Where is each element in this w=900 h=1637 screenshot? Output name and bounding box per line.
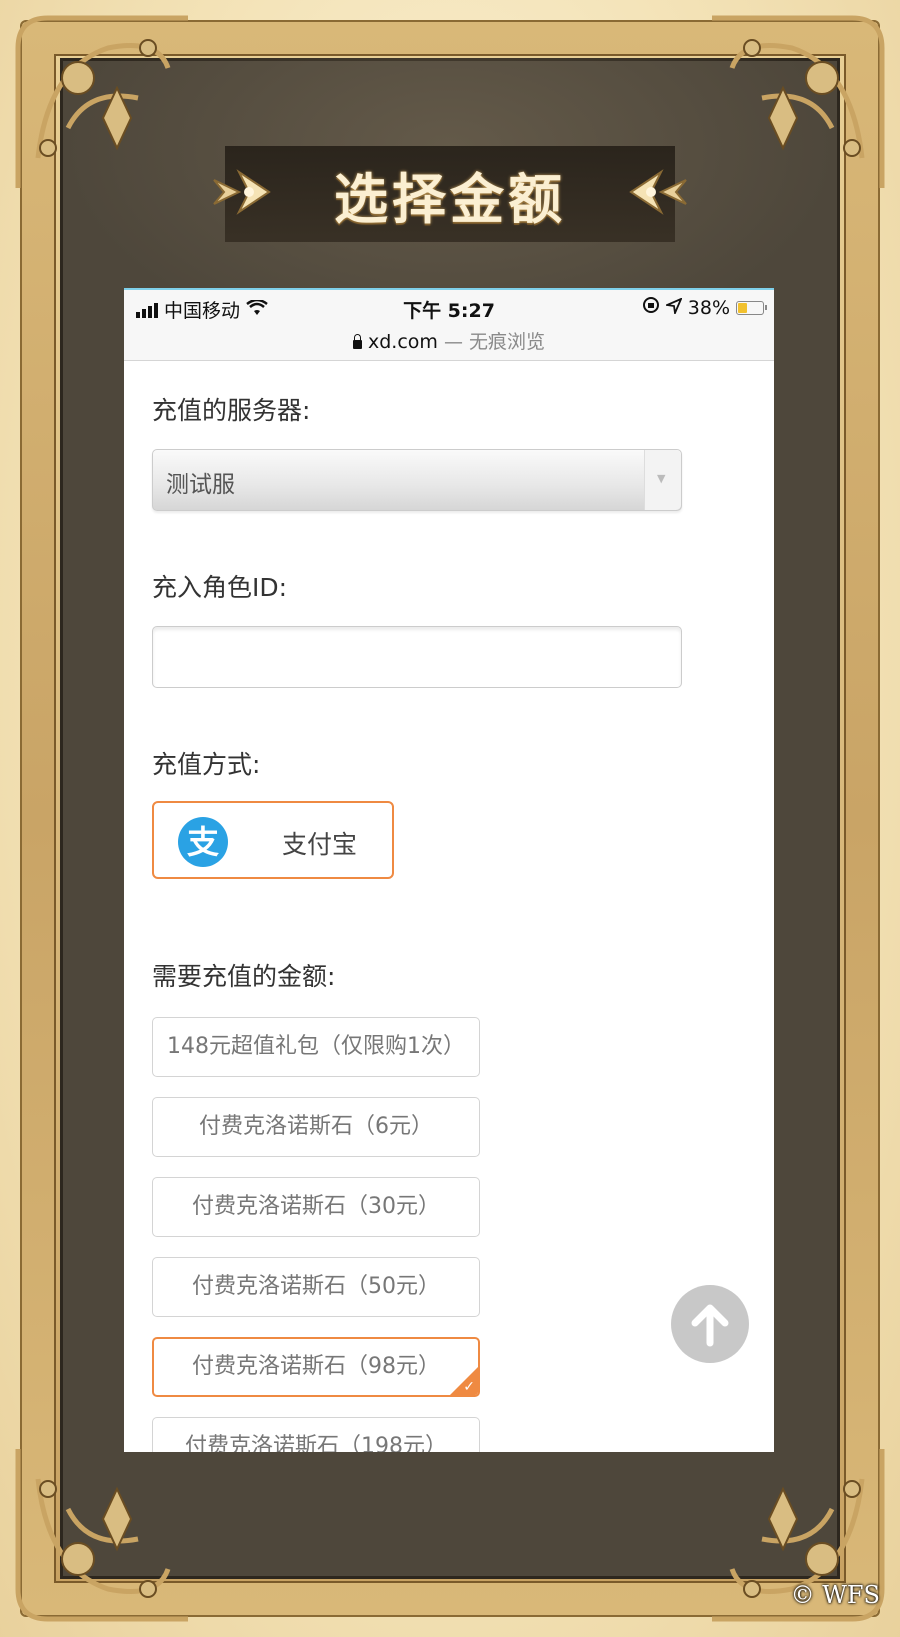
alipay-label: 支付宝 xyxy=(282,830,358,859)
copyright-watermark: © WFS xyxy=(790,1581,880,1609)
status-bar: 中国移动 下午 5:27 38% xyxy=(124,290,774,328)
battery-icon xyxy=(736,300,767,315)
server-select[interactable]: 测试服 ▼ xyxy=(152,449,682,511)
alipay-button[interactable]: 支 支付宝 xyxy=(152,801,394,879)
page-title: 选择金额 xyxy=(334,166,566,231)
url-bar[interactable]: xd.com — 无痕浏览 xyxy=(124,328,774,361)
banner-ornament-left-icon xyxy=(204,152,274,232)
amount-option[interactable]: 付费克洛诺斯石（30元） xyxy=(152,1177,480,1237)
amount-label: 需要充值的金额: xyxy=(152,962,336,991)
amount-option-label: 148元超值礼包（仅限购1次） xyxy=(167,1034,465,1059)
server-select-value: 测试服 xyxy=(166,472,235,498)
phone-screenshot: 中国移动 下午 5:27 38% xd.com — 无痕浏览 充值的服务器: 测… xyxy=(124,288,774,1452)
chevron-down-icon: ▼ xyxy=(657,472,666,485)
amount-option[interactable]: 付费克洛诺斯石（98元） ✓ xyxy=(152,1337,480,1397)
amount-option[interactable]: 付费克洛诺斯石（198元） xyxy=(152,1417,480,1452)
title-banner: 选择金额 xyxy=(225,146,675,242)
scroll-to-top-button[interactable] xyxy=(671,1285,749,1363)
orientation-lock-icon xyxy=(642,296,660,319)
battery-percent: 38% xyxy=(687,296,730,319)
url-domain: xd.com xyxy=(367,331,438,353)
url-separator: — xyxy=(437,331,469,353)
amount-option[interactable]: 付费克洛诺斯石（50元） xyxy=(152,1257,480,1317)
amount-option-label: 付费克洛诺斯石（198元） xyxy=(185,1434,447,1452)
amount-option[interactable]: 148元超值礼包（仅限购1次） xyxy=(152,1017,480,1077)
lock-icon xyxy=(352,334,362,349)
banner-ornament-right-icon xyxy=(626,152,696,232)
corner-ornament-top-left xyxy=(8,8,198,198)
checkmark-icon: ✓ xyxy=(463,1379,475,1395)
amount-option-label: 付费克洛诺斯石（6元） xyxy=(199,1114,433,1139)
private-browsing-label: 无痕浏览 xyxy=(469,331,546,353)
server-label: 充值的服务器: xyxy=(152,396,311,425)
amount-option-label: 付费克洛诺斯石（98元） xyxy=(192,1354,440,1379)
role-id-input[interactable] xyxy=(152,626,682,688)
pay-method-label: 充值方式: xyxy=(152,750,261,779)
corner-ornament-bottom-left xyxy=(8,1439,198,1629)
arrow-up-icon xyxy=(691,1304,729,1347)
location-arrow-icon xyxy=(663,296,683,319)
corner-ornament-top-right xyxy=(702,8,892,198)
amount-option[interactable]: 付费克洛诺斯石（6元） xyxy=(152,1097,480,1157)
amount-option-label: 付费克洛诺斯石（50元） xyxy=(192,1274,440,1299)
amount-option-label: 付费克洛诺斯石（30元） xyxy=(192,1194,440,1219)
role-id-label: 充入角色ID: xyxy=(152,573,288,602)
alipay-icon: 支 xyxy=(178,817,228,867)
